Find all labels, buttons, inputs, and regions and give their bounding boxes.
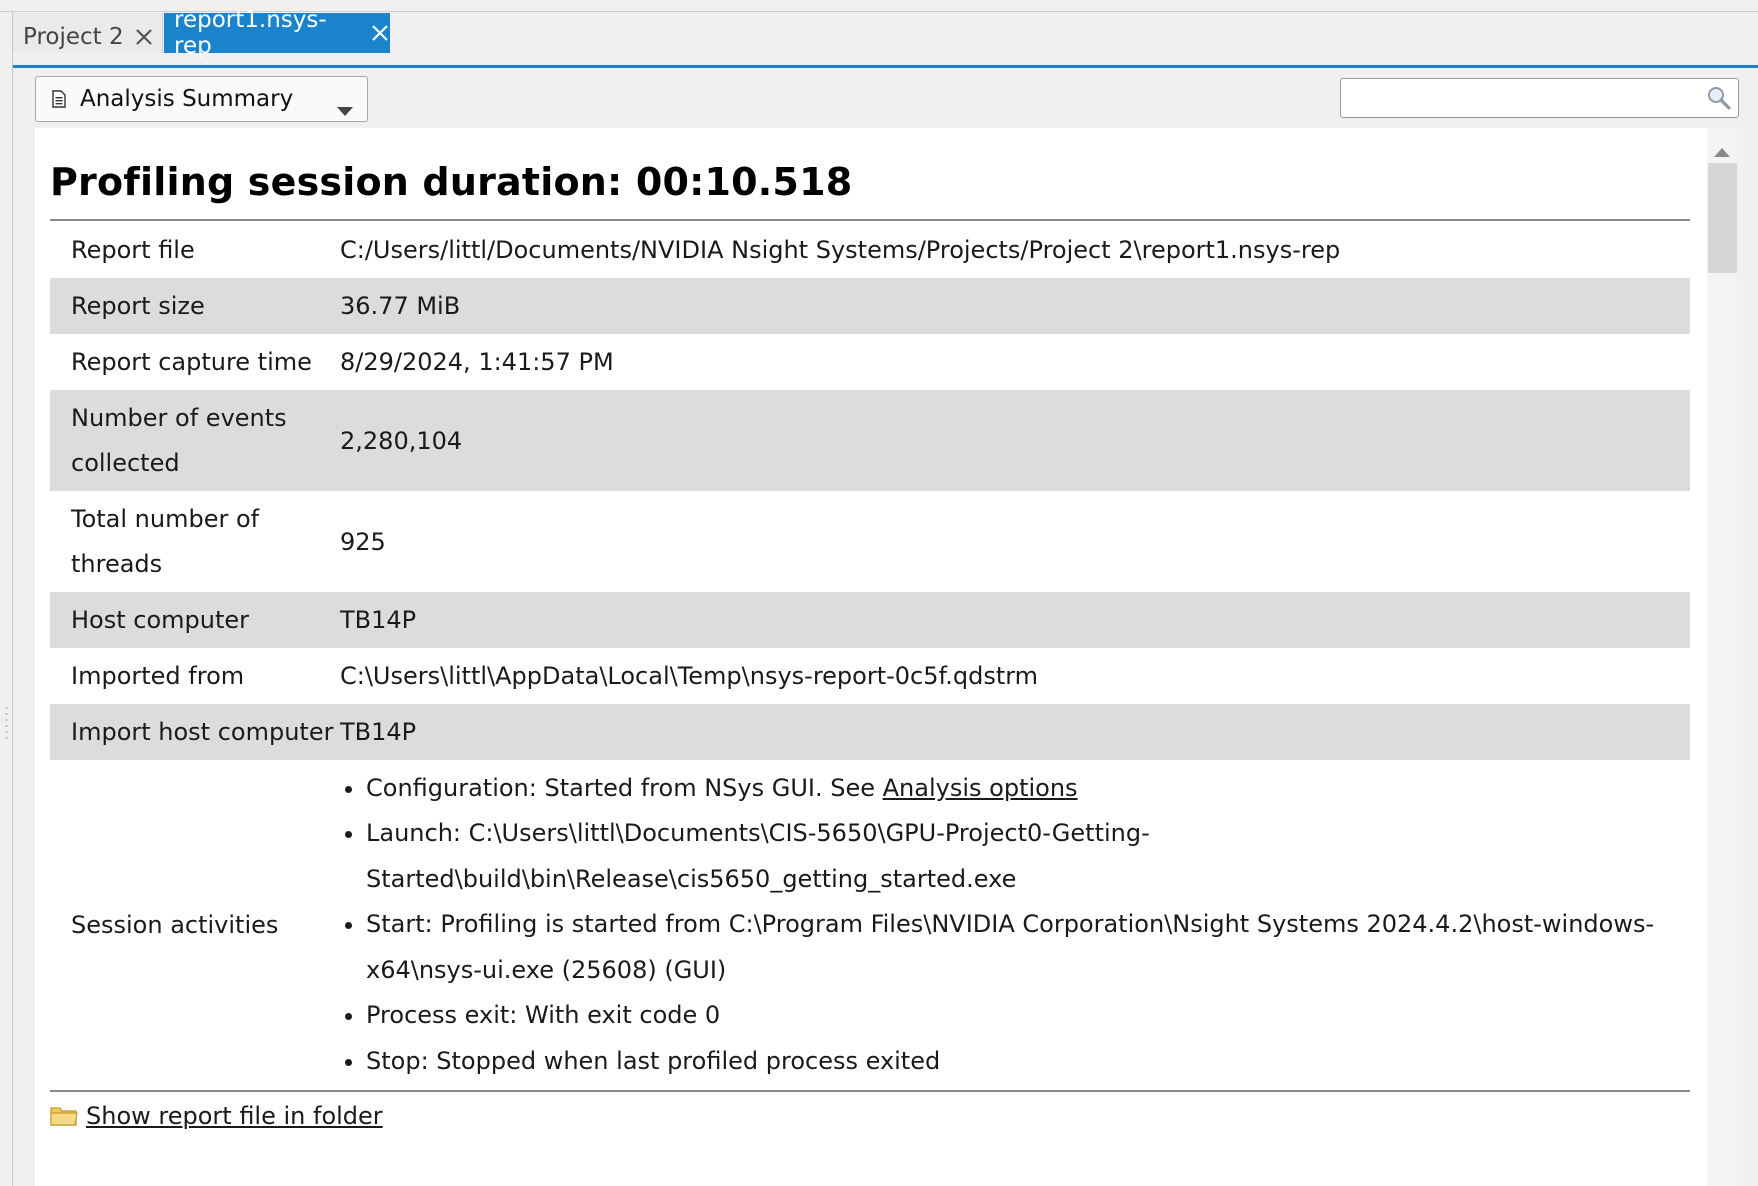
activity-line: x64\nsys-ui.exe (25608) (GUI)	[366, 955, 727, 984]
page-title: Profiling session duration: 00:10.518	[50, 160, 853, 204]
table-row-report-file: Report file C:/Users/littl/Documents/NVI…	[50, 222, 1690, 278]
close-icon[interactable]	[134, 27, 154, 47]
show-in-folder-row[interactable]: Show report file in folder	[50, 1102, 383, 1130]
table-row-report-size: Report size 36.77 MiB	[50, 278, 1690, 334]
splitter-grip-icon[interactable]	[5, 705, 8, 741]
list-item: Stop: Stopped when last profiled process…	[366, 1039, 1690, 1085]
list-item: Process exit: With exit code 0	[366, 993, 1690, 1039]
window-left-border	[12, 12, 13, 1186]
view-selector-dropdown[interactable]: Analysis Summary	[35, 76, 368, 122]
row-key-line: collected	[71, 448, 180, 477]
row-key: Session activities	[71, 910, 279, 939]
row-value: C:\Users\littl\AppData\Local\Temp\nsys-r…	[340, 662, 1039, 690]
title-divider	[50, 219, 1690, 221]
tab-label: report1.nsys-rep	[174, 7, 327, 59]
activity-line: Started\build\bin\Release\cis5650_gettin…	[366, 864, 1017, 893]
bottom-divider	[50, 1090, 1690, 1092]
row-key-line: threads	[71, 549, 163, 578]
search-input[interactable]	[1347, 79, 1697, 115]
table-row-threads: Total number of threads 925	[50, 491, 1690, 592]
list-item: Configuration: Started from NSys GUI. Se…	[366, 766, 1690, 812]
list-item: Launch: C:\Users\littl\Documents\CIS-565…	[366, 811, 1690, 902]
row-key: Host computer	[50, 592, 340, 648]
nsight-systems-window: Project 2 report1.nsys-rep Analysis Summ…	[0, 0, 1758, 1186]
row-value: TB14P	[340, 592, 1690, 648]
document-icon	[52, 90, 66, 108]
activity-line: Launch: C:\Users\littl\Documents\CIS-565…	[366, 819, 1150, 848]
analysis-options-link[interactable]: Analysis options	[883, 774, 1078, 802]
tab-report1[interactable]: report1.nsys-rep	[164, 7, 390, 59]
row-value: TB14P	[340, 704, 1690, 760]
view-selector-label: Analysis Summary	[80, 86, 294, 112]
activity-line: Start: Profiling is started from C:\Prog…	[366, 910, 1655, 939]
table-row-capture-time: Report capture time 8/29/2024, 1:41:57 P…	[50, 334, 1690, 390]
chevron-down-icon	[337, 96, 353, 122]
activities-list: Configuration: Started from NSys GUI. Se…	[340, 766, 1690, 1085]
table-row-session-activities: Session activities Configuration: Starte…	[50, 760, 1690, 1090]
analysis-summary-panel: Profiling session duration: 00:10.518 Re…	[35, 128, 1707, 1186]
tab-label: Project 2	[23, 23, 124, 50]
row-value: Configuration: Started from NSys GUI. Se…	[340, 760, 1690, 1090]
table-row-host-computer: Host computer TB14P	[50, 592, 1690, 648]
search-icon[interactable]	[1706, 85, 1732, 115]
row-key: Import host computer	[50, 704, 340, 760]
row-key: Imported from	[71, 661, 245, 690]
row-key: Total number of threads	[50, 491, 340, 592]
summary-table: Report file C:/Users/littl/Documents/NVI…	[50, 222, 1690, 1090]
scroll-up-icon[interactable]	[1714, 142, 1730, 161]
row-key-line: Number of events	[71, 403, 287, 432]
list-item: Start: Profiling is started from C:\Prog…	[366, 902, 1690, 993]
vertical-scrollbar[interactable]	[1707, 128, 1737, 1186]
row-value: 2,280,104	[340, 390, 1690, 491]
row-value: C:/Users/littl/Documents/NVIDIA Nsight S…	[340, 236, 1341, 264]
row-key: Number of events collected	[50, 390, 340, 491]
search-box[interactable]	[1340, 78, 1739, 118]
activity-text: Configuration: Started from NSys GUI. Se…	[366, 773, 883, 802]
table-row-imported-from: Imported from C:\Users\littl\AppData\Loc…	[50, 648, 1690, 704]
row-value: 36.77 MiB	[340, 278, 1690, 334]
folder-icon	[50, 1105, 78, 1127]
row-value: 8/29/2024, 1:41:57 PM	[340, 348, 614, 376]
show-in-folder-link[interactable]: Show report file in folder	[86, 1102, 383, 1130]
row-key: Report size	[50, 278, 340, 334]
table-row-import-host: Import host computer TB14P	[50, 704, 1690, 760]
tab-underline	[13, 65, 1758, 68]
scrollbar-thumb[interactable]	[1708, 163, 1737, 273]
document-tab-bar: Project 2 report1.nsys-rep	[0, 7, 1758, 68]
tab-project-2[interactable]: Project 2	[13, 13, 163, 53]
close-icon[interactable]	[370, 23, 390, 43]
row-key-line: Total number of	[71, 504, 260, 533]
row-value: 925	[340, 527, 386, 556]
table-row-events: Number of events collected 2,280,104	[50, 390, 1690, 491]
row-key: Report file	[71, 235, 195, 264]
row-key: Report capture time	[71, 347, 312, 376]
